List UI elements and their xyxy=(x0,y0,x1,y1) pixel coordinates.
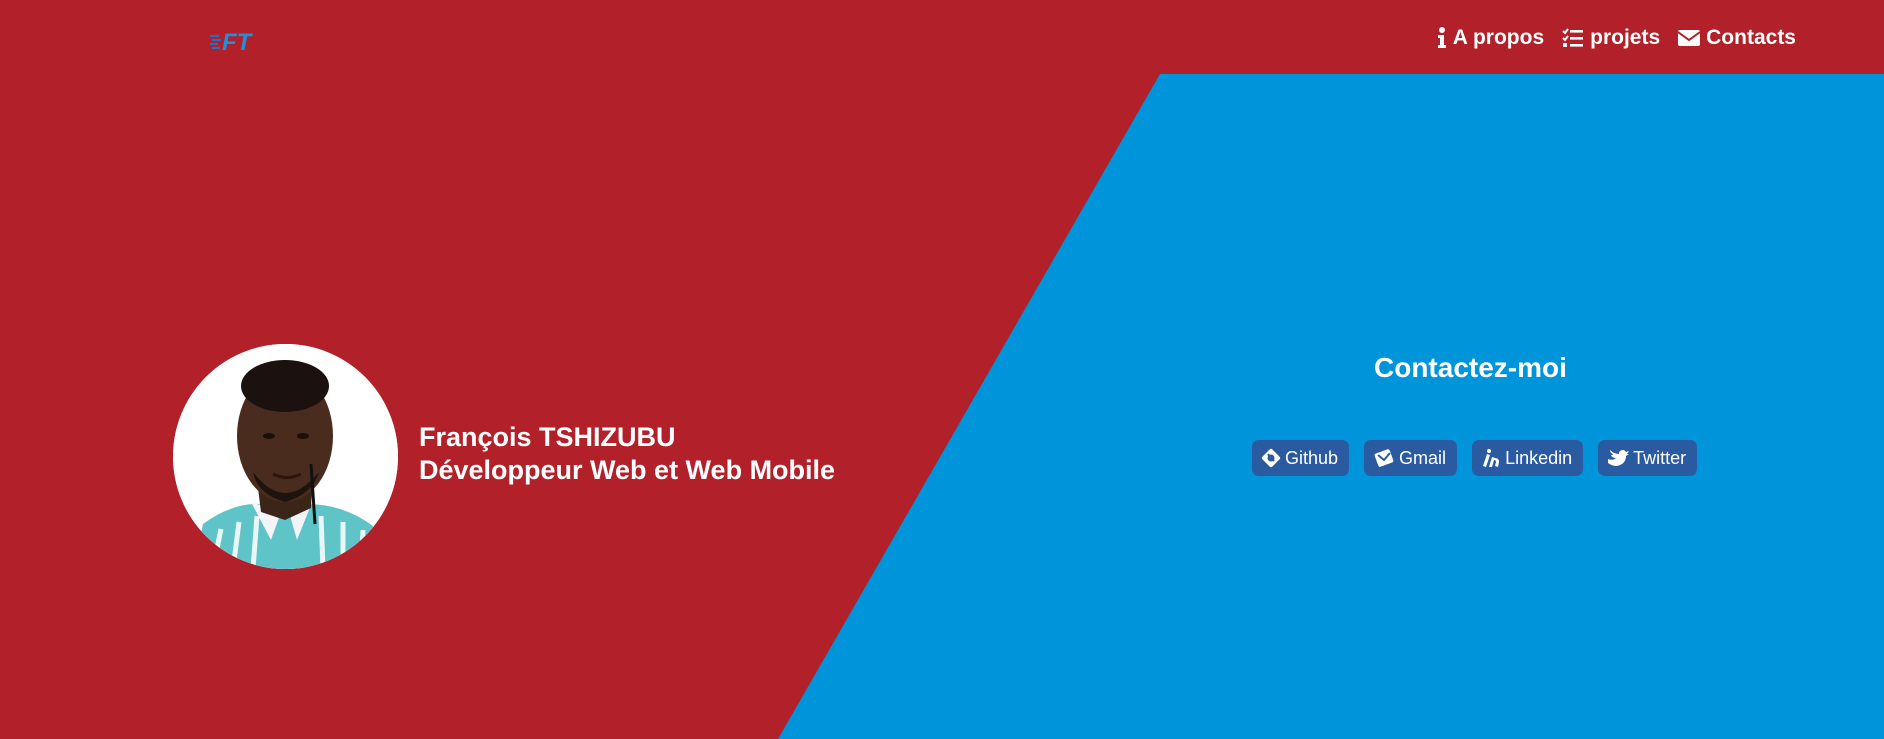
site-logo[interactable]: FT xyxy=(210,28,266,56)
linkedin-label: Linkedin xyxy=(1505,447,1573,468)
nav-item-a-propos[interactable]: A propos xyxy=(1437,26,1544,50)
gmail-button[interactable]: Gmail xyxy=(1364,440,1458,476)
nav-label-a-propos: A propos xyxy=(1452,26,1545,49)
social-links: Github Gmail Linkedin Twitter xyxy=(1252,440,1698,476)
profile-name: François TSHIZUBU xyxy=(419,422,676,452)
svg-text:FT: FT xyxy=(222,29,254,54)
ft-logo-icon: FT xyxy=(210,29,254,56)
nav-label-projets: projets xyxy=(1590,26,1661,49)
nav-label-contacts: Contacts xyxy=(1706,26,1796,49)
gmail-icon xyxy=(1374,449,1394,467)
github-button[interactable]: Github xyxy=(1252,440,1350,476)
envelope-icon xyxy=(1678,30,1701,46)
twitter-button[interactable]: Twitter xyxy=(1598,440,1698,476)
profile-photo xyxy=(173,344,398,569)
twitter-label: Twitter xyxy=(1633,447,1687,468)
info-icon xyxy=(1437,27,1446,48)
avatar xyxy=(173,344,398,569)
nav-item-projets[interactable]: projets xyxy=(1562,26,1660,50)
checklist-icon xyxy=(1562,28,1584,47)
twitter-icon xyxy=(1608,450,1630,466)
main-nav: A propos projets Contacts xyxy=(1437,26,1796,50)
gmail-label: Gmail xyxy=(1399,447,1447,468)
linkedin-button[interactable]: Linkedin xyxy=(1472,440,1584,476)
contact-title: Contactez-moi xyxy=(1374,352,1567,383)
linkedin-icon xyxy=(1483,449,1500,467)
profile-text: François TSHIZUBU Développeur Web et Web… xyxy=(419,421,835,487)
profile-role: Développeur Web et Web Mobile xyxy=(419,455,836,485)
nav-item-contacts[interactable]: Contacts xyxy=(1678,26,1796,50)
github-icon xyxy=(1261,448,1281,468)
github-label: Github xyxy=(1285,447,1339,468)
